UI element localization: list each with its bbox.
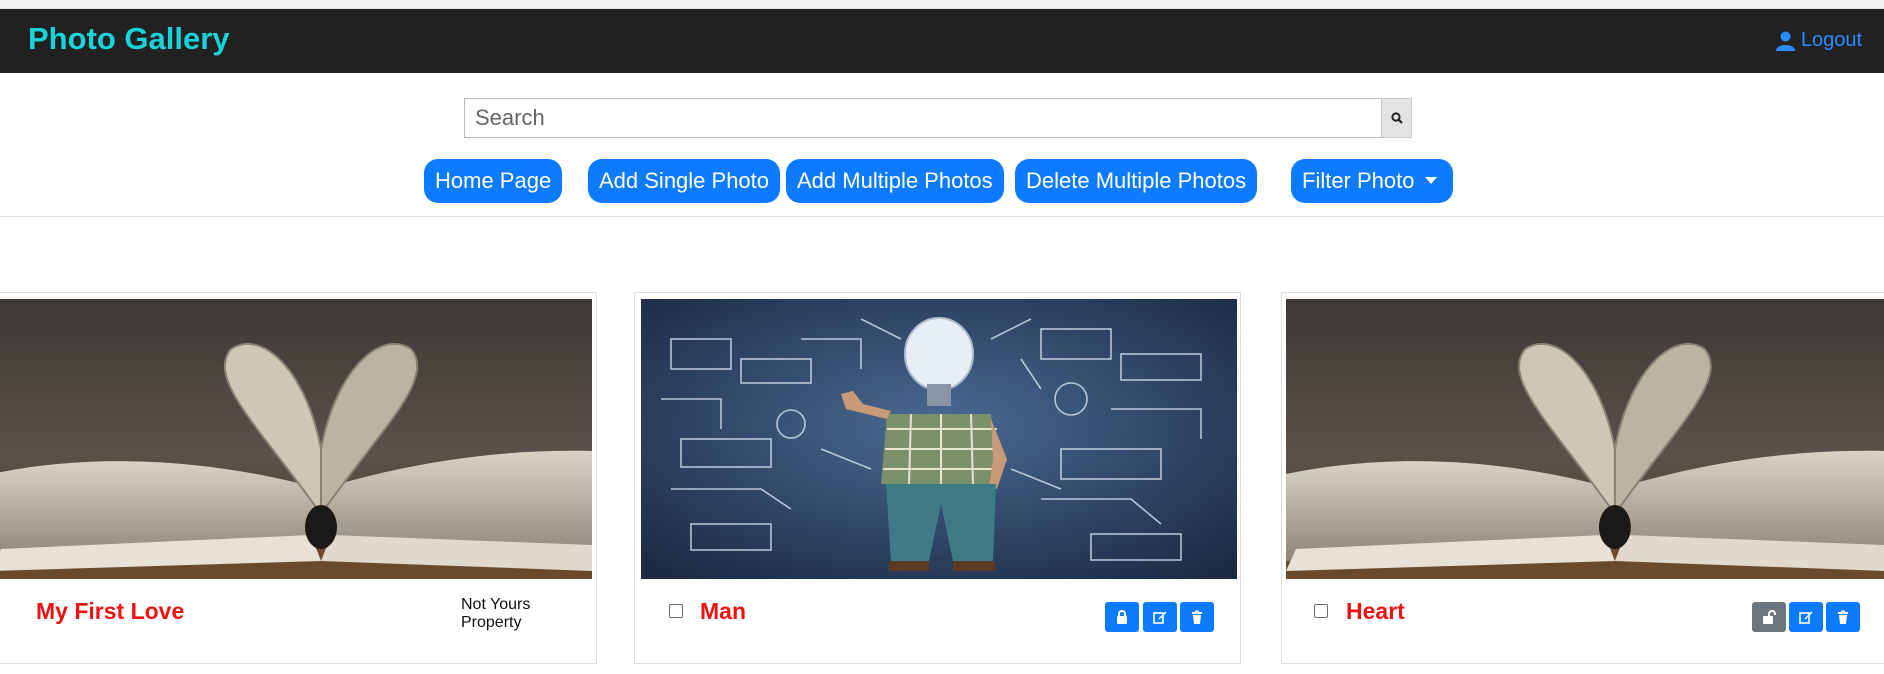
search-input[interactable] bbox=[464, 98, 1381, 138]
navbar: Photo Gallery Logout bbox=[0, 9, 1884, 73]
edit-icon bbox=[1799, 611, 1813, 624]
search-icon bbox=[1390, 112, 1403, 124]
photo-title: Man bbox=[700, 598, 746, 624]
lightbulb-man-image bbox=[641, 299, 1237, 579]
add-single-photo-button[interactable]: Add Single Photo bbox=[588, 159, 781, 203]
select-checkbox[interactable] bbox=[1314, 604, 1328, 618]
photo-title: My First Love bbox=[36, 598, 185, 624]
photo-title: Heart bbox=[1346, 598, 1405, 624]
brand-title[interactable]: Photo Gallery bbox=[28, 21, 230, 57]
search-bar bbox=[464, 98, 1412, 138]
caret-down-icon bbox=[1424, 177, 1437, 184]
window-top-strip bbox=[0, 0, 1884, 9]
unlock-icon bbox=[1763, 610, 1776, 624]
filter-photo-dropdown[interactable]: Filter Photo bbox=[1291, 159, 1453, 203]
unlock-button[interactable] bbox=[1752, 602, 1786, 632]
ownership-note: Not Yours Property bbox=[461, 596, 531, 631]
filter-photo-label: Filter Photo bbox=[1302, 168, 1415, 193]
photo-image[interactable] bbox=[641, 299, 1237, 579]
delete-button[interactable] bbox=[1180, 602, 1214, 632]
search-button[interactable] bbox=[1381, 98, 1412, 138]
lock-button[interactable] bbox=[1105, 602, 1139, 632]
toolbar-divider bbox=[0, 216, 1884, 217]
book-heart-image bbox=[0, 299, 592, 579]
photo-image[interactable] bbox=[1286, 299, 1884, 579]
book-heart-image bbox=[1286, 299, 1884, 579]
logout-link[interactable]: Logout bbox=[1775, 29, 1862, 52]
delete-button[interactable] bbox=[1826, 602, 1860, 632]
delete-multiple-photos-button[interactable]: Delete Multiple Photos bbox=[1015, 159, 1258, 203]
add-multiple-photos-button[interactable]: Add Multiple Photos bbox=[786, 159, 1004, 203]
home-page-button[interactable]: Home Page bbox=[424, 159, 563, 203]
photo-card: My First Love Not Yours Property bbox=[0, 292, 597, 664]
edit-button[interactable] bbox=[1143, 602, 1177, 632]
trash-icon bbox=[1192, 610, 1202, 624]
photo-card: Heart bbox=[1281, 292, 1884, 664]
user-icon bbox=[1775, 31, 1795, 51]
lock-icon bbox=[1117, 610, 1127, 624]
edit-button[interactable] bbox=[1789, 602, 1823, 632]
logout-label: Logout bbox=[1800, 29, 1862, 51]
photo-card: Man bbox=[634, 292, 1241, 664]
select-checkbox[interactable] bbox=[669, 604, 683, 618]
photo-image[interactable] bbox=[0, 299, 592, 579]
trash-icon bbox=[1838, 610, 1848, 624]
edit-icon bbox=[1153, 611, 1167, 624]
